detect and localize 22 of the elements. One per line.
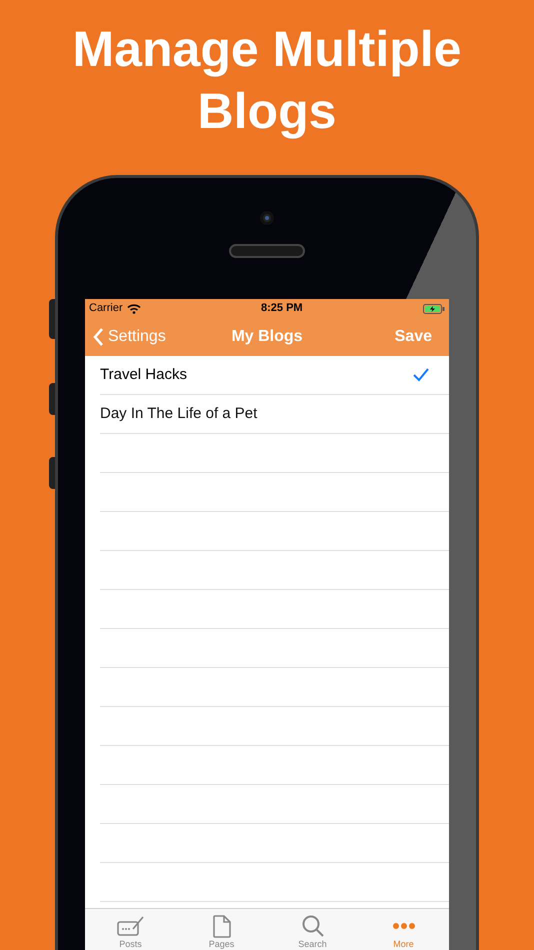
tab-item[interactable]: Search xyxy=(267,909,358,950)
tab-item[interactable]: Pages xyxy=(176,909,267,950)
chevron-left-icon xyxy=(93,328,104,346)
carrier: Carrier xyxy=(89,301,123,316)
clock: 8:25 PM xyxy=(261,301,303,316)
search-icon xyxy=(302,915,324,937)
headline: Manage Multiple Blogs xyxy=(72,20,462,141)
speaker-icon xyxy=(229,244,305,258)
battery-icon xyxy=(422,304,445,314)
blog-row[interactable]: Travel Hacks xyxy=(100,356,449,395)
wifi-icon xyxy=(126,304,141,314)
tab-item[interactable]: More xyxy=(358,909,449,950)
tab-item[interactable]: Posts xyxy=(85,909,176,950)
nav-title: My Blogs xyxy=(231,327,303,347)
save-button[interactable]: Save xyxy=(351,325,441,349)
more-icon xyxy=(392,923,414,929)
blog-row[interactable]: Day In The Life of a Pet xyxy=(100,395,449,434)
document-icon xyxy=(212,914,230,938)
keyboard-pencil-icon xyxy=(116,915,144,937)
checkmark-icon xyxy=(413,368,429,382)
back-button[interactable]: Settings xyxy=(93,325,183,349)
camera-icon xyxy=(260,211,274,225)
